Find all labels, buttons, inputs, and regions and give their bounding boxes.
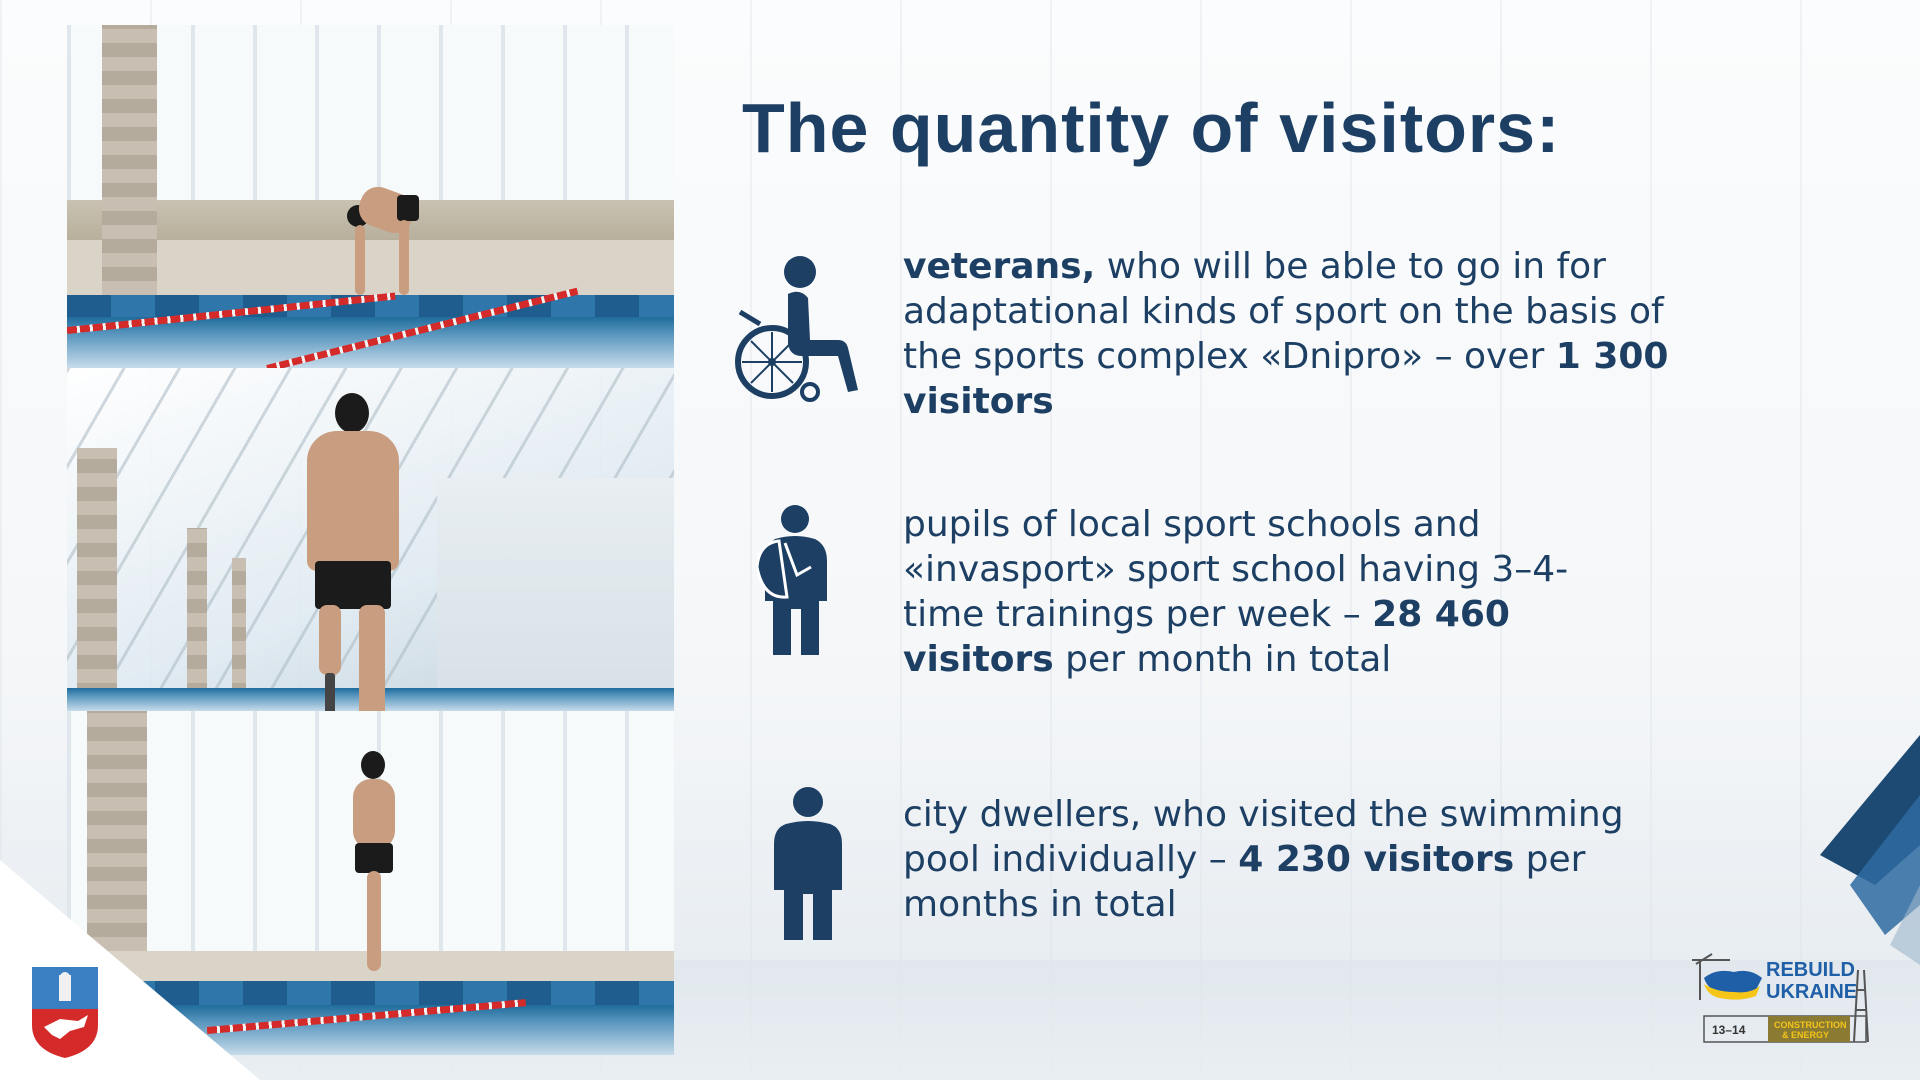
item-1-line-1-bold: veterans, [903, 246, 1096, 287]
photo-collage [67, 25, 674, 1055]
item-1-line-3-text: the sports complex «Dnipro» – over [903, 336, 1556, 377]
item-3-line-1-text: city dwellers, who visited the swimming [903, 794, 1624, 835]
photo-swimmer-on-starting-block [67, 25, 674, 368]
item-3-line-2-text: pool individually – [903, 839, 1239, 880]
wheelchair-icon [735, 256, 858, 402]
person-icon [774, 787, 842, 940]
item-2-line-3-text: time trainings per week – [903, 594, 1373, 635]
rebuild-tag-1: CONSTRUCTION [1774, 1020, 1847, 1030]
item-1-line-3-bold: 1 300 [1555, 336, 1669, 377]
item-2-line-4-text: per month in total [1053, 639, 1392, 680]
student-with-backpack-icon [757, 505, 827, 655]
ukraine-word: UKRAINE [1766, 981, 1857, 1003]
city-coat-of-arms-logo [32, 967, 98, 1058]
decorative-chevrons [1820, 735, 1920, 965]
item-1-line-1-text: who will be able to go in for [1095, 246, 1606, 287]
item-2-line-3-bold: 28 460 [1372, 594, 1510, 635]
visitor-group-city-dwellers: city dwellers, who visited the swimming … [903, 792, 1823, 927]
rebuild-tag-2: & ENERGY [1782, 1030, 1829, 1040]
item-2-line-1-text: pupils of local sport schools and [903, 504, 1481, 545]
rebuild-dates: 13–14 [1712, 1023, 1746, 1037]
item-2-line-2-text: «invasport» sport school having 3–4- [903, 549, 1569, 590]
item-3-line-2-text2: per [1514, 839, 1586, 880]
rebuild-ukraine-logo: REBUILD UKRAINE 13–14 CONSTRUCTION & ENE… [1692, 953, 1869, 1043]
slide-title: The quantity of visitors: [742, 89, 1561, 167]
item-2-line-4-bold: visitors [903, 639, 1054, 680]
visitor-group-pupils: pupils of local sport schools and «invas… [903, 502, 1823, 682]
photo-athlete-with-prosthetic-leg [67, 368, 674, 711]
item-1-line-2-text: adaptational kinds of sport on the basis… [903, 291, 1664, 332]
rebuild-word: REBUILD [1766, 959, 1855, 981]
item-1-line-4-bold: visitors [903, 381, 1054, 422]
item-3-line-3-text: months in total [903, 884, 1177, 925]
visitor-group-veterans: veterans, who will be able to go in for … [903, 244, 1823, 424]
item-3-line-2-bold: 4 230 visitors [1238, 839, 1515, 880]
